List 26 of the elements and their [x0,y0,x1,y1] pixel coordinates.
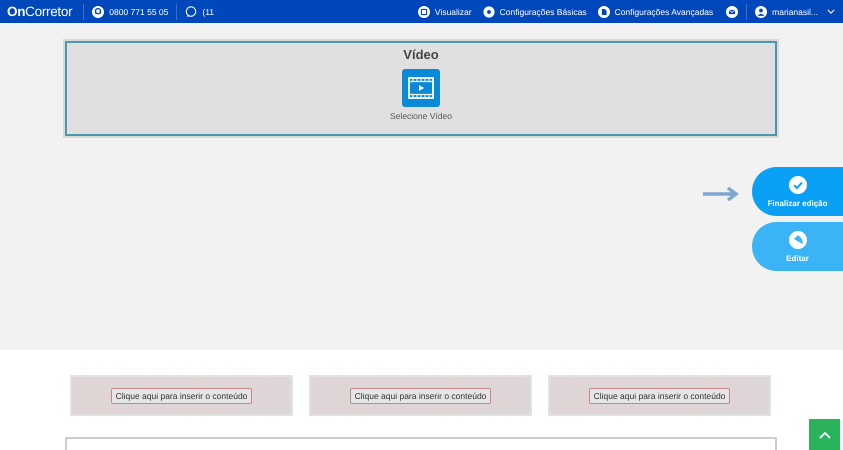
insert-content-button[interactable]: Clique aqui para inserir o conteúdo [110,388,252,404]
select-video-label: Selecione Vídeo [390,111,452,121]
logo[interactable]: OnCorretor [7,4,72,19]
chevron-down-icon [827,9,835,14]
document-icon [598,6,610,18]
headset-icon [92,6,104,18]
block-title: Vídeo [403,47,439,62]
check-icon [788,176,806,194]
settings-icon [482,6,495,18]
nav-link[interactable]: Configurações Básicas [482,6,587,18]
scroll-top-button[interactable] [809,419,840,450]
preview-icon [418,6,430,18]
film-play-icon[interactable] [402,69,440,107]
chevron-up-icon [818,430,830,438]
nav-link[interactable]: Configurações Avançadas [598,6,714,18]
user-icon [755,6,768,18]
phone-number: 0800 771 55 05 [109,6,168,16]
mail-icon[interactable] [726,6,738,18]
insert-content-button[interactable]: Clique aqui para inserir o conteúdo [350,388,492,404]
insert-content-button[interactable]: Clique aqui para inserir o conteúdo [588,388,730,404]
whatsapp-icon [185,6,198,18]
whatsapp-number: (11 [202,6,214,16]
nav-link[interactable]: Visualizar [418,6,472,18]
arrow-right-icon [702,186,740,202]
user-menu[interactable]: marianasil... [755,6,835,18]
eraser-icon [788,230,806,248]
